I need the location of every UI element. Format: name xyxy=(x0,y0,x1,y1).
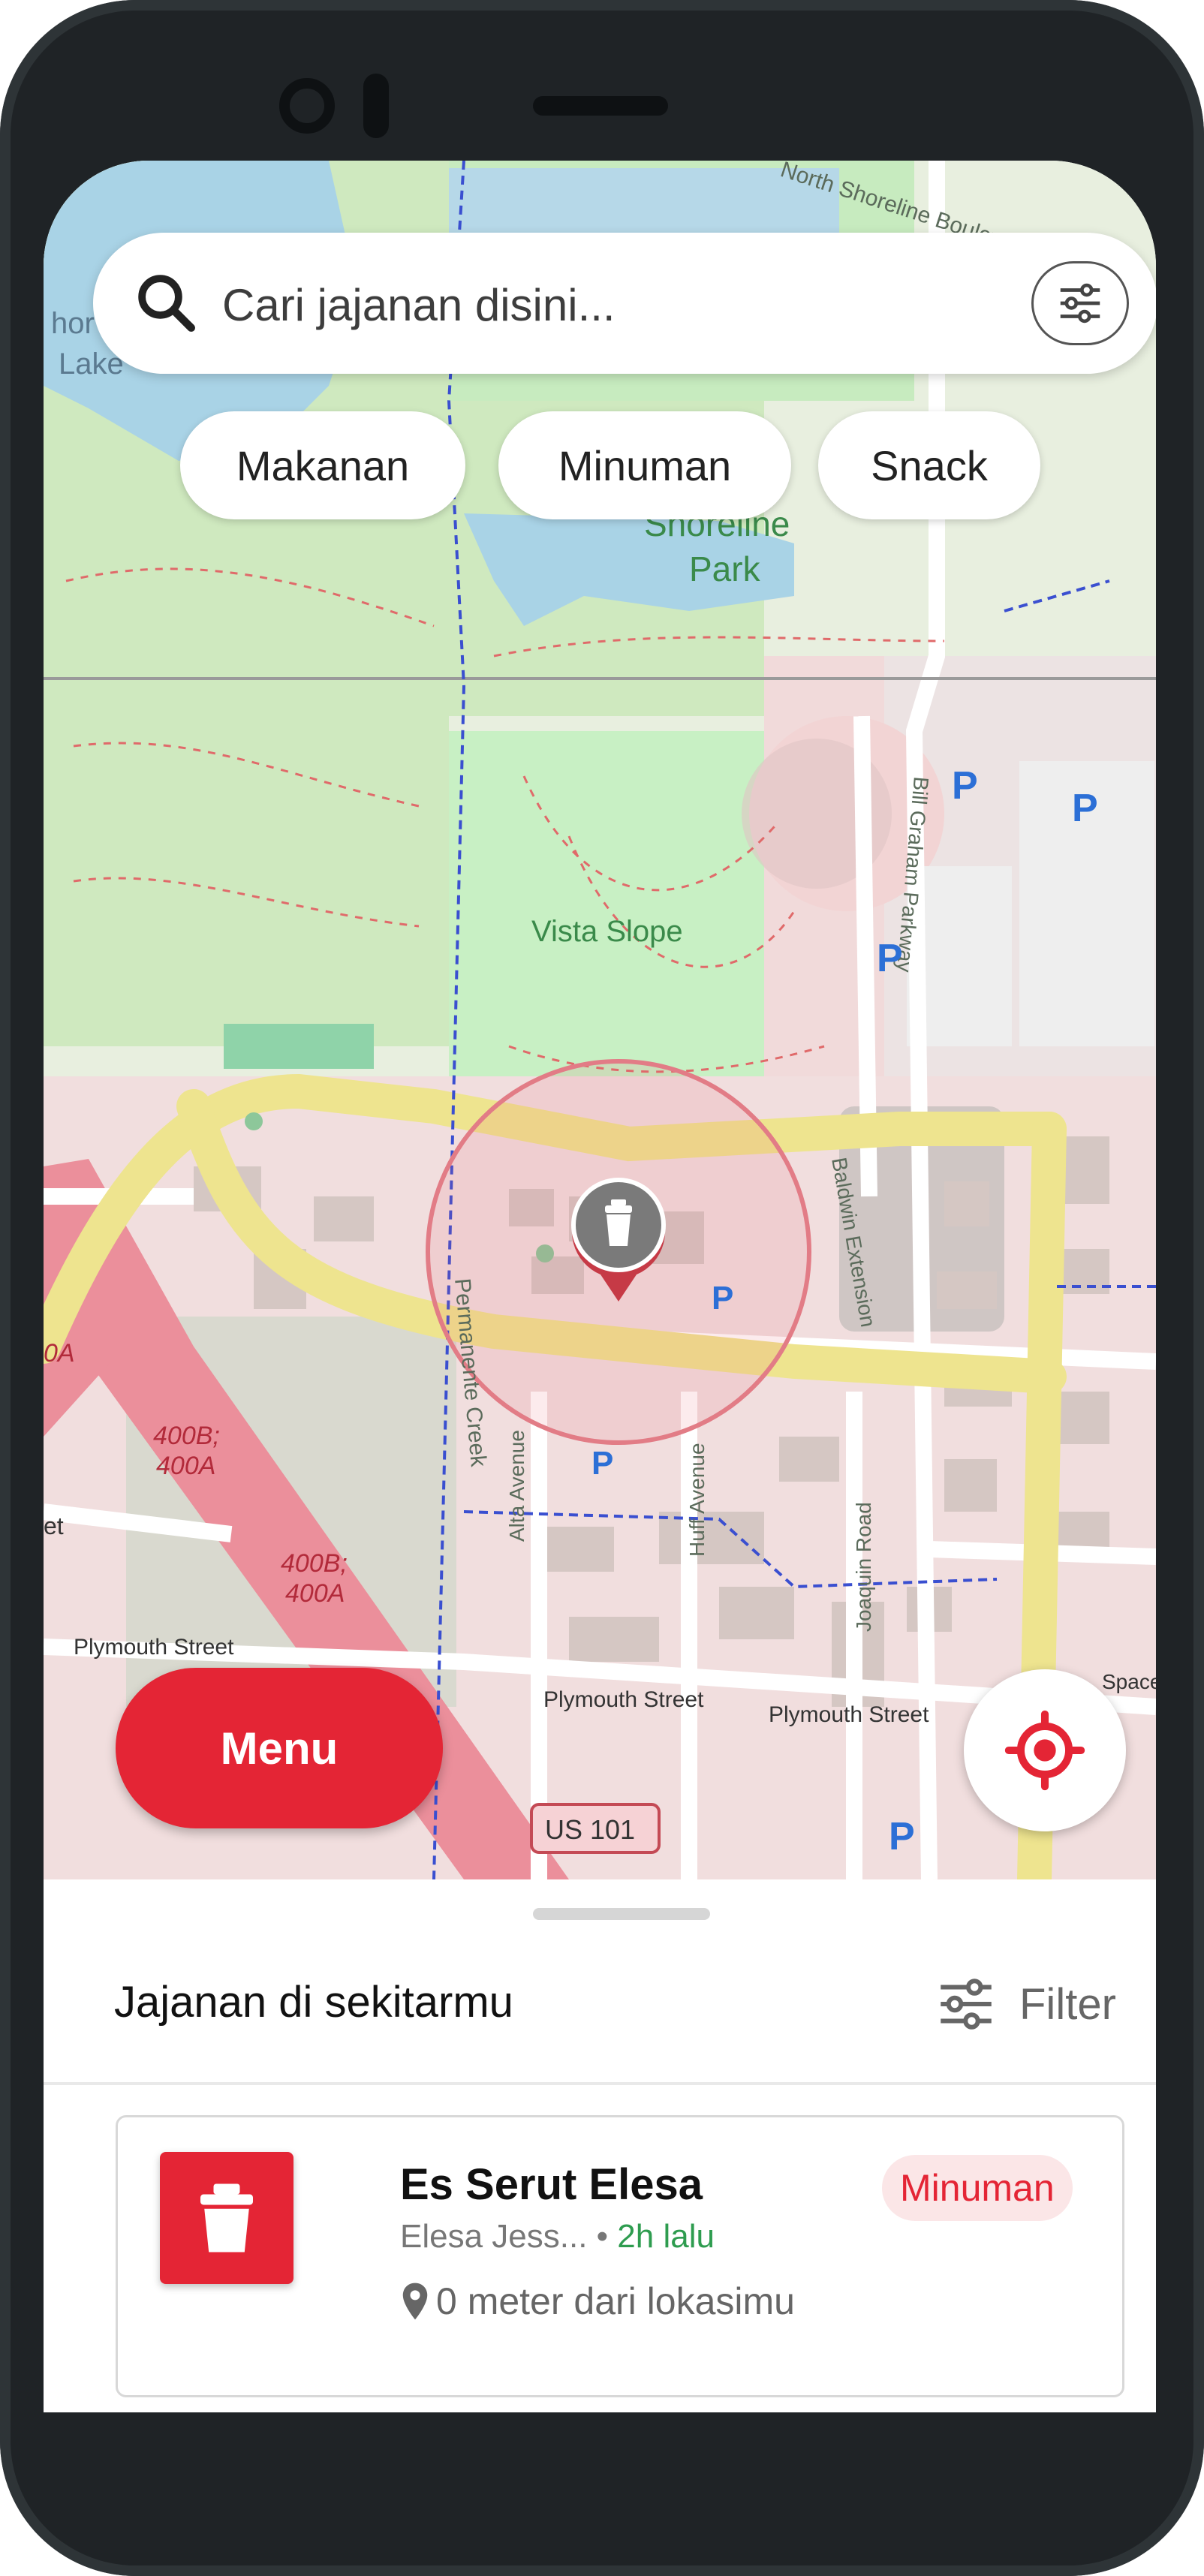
sheet-filter-button[interactable]: Filter xyxy=(932,1967,1116,2042)
earpiece-speaker xyxy=(533,96,668,116)
sliders-icon xyxy=(941,1979,992,2030)
bottom-sheet[interactable]: Jajanan di sekitarmu Filter Es Serut Ele… xyxy=(44,1879,1156,2412)
search-bar[interactable] xyxy=(93,233,1156,374)
target-icon xyxy=(1004,1710,1085,1791)
locate-me-button[interactable] xyxy=(964,1669,1126,1831)
map-label-exit-3: 0A xyxy=(44,1339,75,1368)
divider xyxy=(44,2082,1156,2085)
parking-icon: P xyxy=(952,764,978,808)
item-meta: Elesa Jess... • 2h lalu xyxy=(400,2218,715,2256)
chip-makanan[interactable]: Makanan xyxy=(180,411,465,519)
map-label-space: Space xyxy=(1102,1670,1156,1693)
map-label-joaquin: Joaquin Road xyxy=(852,1502,875,1632)
category-chips: Makanan Minuman Snack xyxy=(44,411,1156,519)
chip-snack[interactable]: Snack xyxy=(818,411,1040,519)
map-label-us101: US 101 xyxy=(545,1814,635,1845)
parking-icon: P xyxy=(877,937,903,980)
item-thumbnail xyxy=(160,2152,293,2284)
location-pin-icon xyxy=(402,2283,428,2320)
parking-icon: P xyxy=(591,1445,613,1482)
search-filter-button[interactable] xyxy=(1031,261,1129,345)
sheet-drag-handle[interactable] xyxy=(533,1908,710,1920)
item-time: 2h lalu xyxy=(617,2218,715,2255)
chip-minuman[interactable]: Minuman xyxy=(498,411,791,519)
map-label-exit-1b: 400A xyxy=(156,1452,215,1480)
search-icon xyxy=(138,275,195,332)
item-name: Es Serut Elesa xyxy=(400,2160,703,2209)
map-label-exit-1a: 400B; xyxy=(153,1422,220,1450)
parking-icon: P xyxy=(1072,787,1098,830)
parking-icon: P xyxy=(889,1815,915,1858)
map-label-vista-slope: Vista Slope xyxy=(531,915,683,948)
sheet-filter-label: Filter xyxy=(1019,1979,1116,2029)
sheet-title: Jajanan di sekitarmu xyxy=(114,1978,513,2027)
item-distance-text: 0 meter dari lokasimu xyxy=(436,2280,795,2322)
map-label-exit-2a: 400B; xyxy=(281,1549,348,1578)
parking-icon: P xyxy=(712,1280,733,1317)
map-label-et: et xyxy=(44,1512,64,1539)
map-label-park-2: Park xyxy=(689,549,761,588)
map-label-plymouth-2: Plymouth Street xyxy=(543,1687,704,1712)
phone-frame: North Shoreline Boulevard hor Lake Shore… xyxy=(0,0,1204,2576)
map-label-huff: Huff Avenue xyxy=(685,1443,709,1557)
menu-button[interactable]: Menu xyxy=(116,1668,443,1828)
item-seller: Elesa Jess... xyxy=(400,2218,588,2255)
map-label-plymouth-3: Plymouth Street xyxy=(769,1702,929,1727)
map-label-exit-2b: 400A xyxy=(285,1579,345,1608)
item-distance: 0 meter dari lokasimu xyxy=(400,2280,795,2323)
category-badge: Minuman xyxy=(882,2155,1073,2221)
map-label-plymouth-1: Plymouth Street xyxy=(74,1635,234,1660)
cup-icon xyxy=(200,2183,253,2252)
front-camera xyxy=(279,78,335,134)
map-label-alta: Alta Avenue xyxy=(505,1430,528,1542)
sliders-icon xyxy=(1060,283,1100,324)
search-input[interactable] xyxy=(221,263,974,347)
item-separator: • xyxy=(587,2218,618,2255)
app-screen: North Shoreline Boulevard hor Lake Shore… xyxy=(44,161,1156,2412)
map-label-lake-1: hor xyxy=(51,307,95,340)
list-item[interactable]: Es Serut Elesa Elesa Jess... • 2h lalu M… xyxy=(116,2115,1124,2397)
proximity-sensor xyxy=(363,74,389,138)
